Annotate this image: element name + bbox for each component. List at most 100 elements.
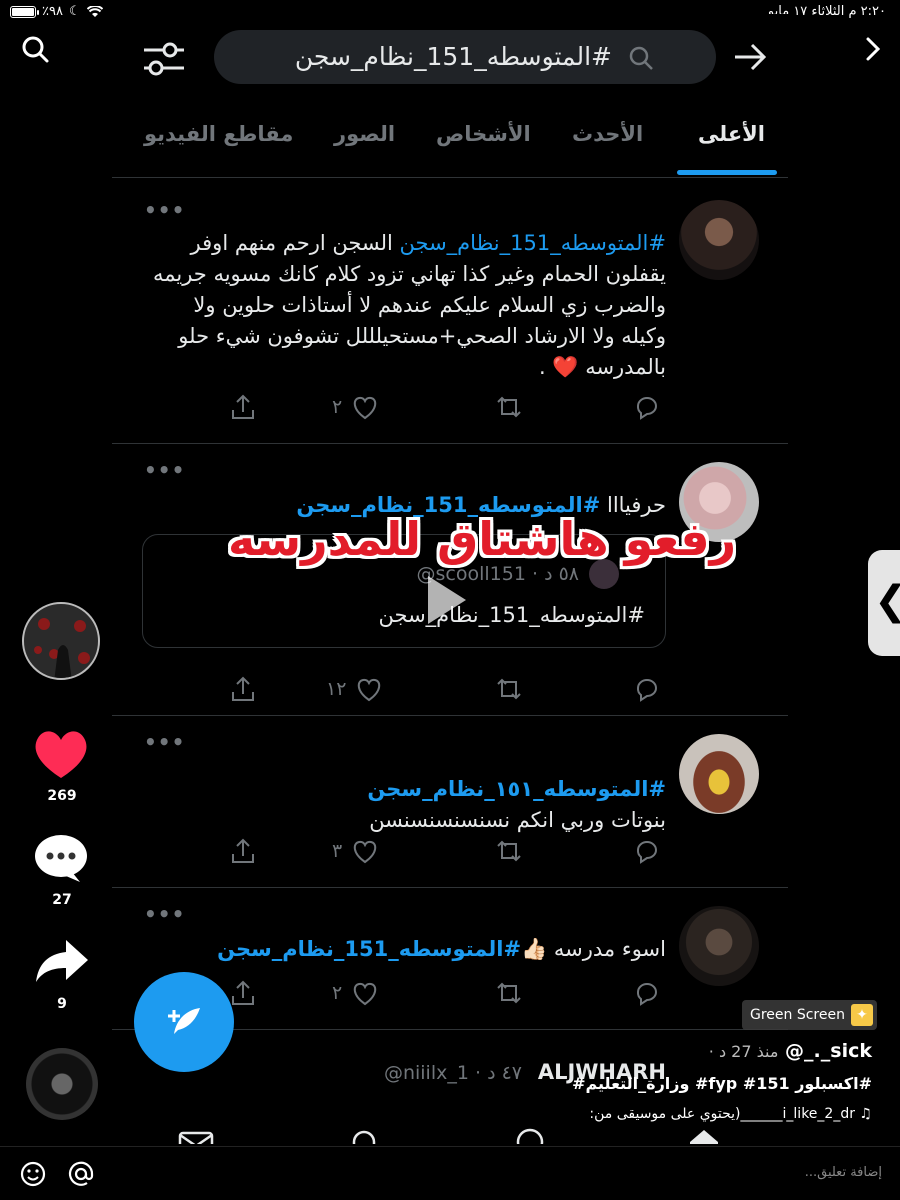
bell-icon[interactable]	[344, 1124, 384, 1144]
home-icon[interactable]	[684, 1124, 724, 1144]
tab-indicator	[677, 170, 777, 175]
status-left: ٪٩٨ ☾	[10, 4, 103, 19]
tweet-handle: @niiilx_1 · ٤٧ د	[383, 1062, 522, 1084]
more-icon[interactable]: •••	[144, 730, 185, 754]
like-count: ٢	[332, 982, 343, 1004]
battery-icon	[10, 5, 39, 18]
like-count: ٣	[332, 840, 343, 862]
tweet-text: #المتوسطه_151_نظام_سجن السجن ارحم منهم ا…	[152, 231, 666, 379]
reply-button[interactable]	[632, 390, 662, 424]
retweet-button[interactable]	[494, 976, 524, 1010]
battery-percent: ٪٩٨	[42, 4, 63, 19]
like-button[interactable]: ٢	[332, 390, 380, 424]
hashtag-link[interactable]: #المتوسطه_١٥١_نظام_سجن	[146, 774, 666, 805]
comment-count: 27	[52, 892, 72, 908]
search-header: #المتوسطه_151_نظام_سجن الأعلى الأحدث الأ…	[112, 14, 788, 184]
search-icon[interactable]	[512, 1124, 552, 1144]
tab-latest[interactable]: الأحدث	[572, 122, 643, 146]
moon-icon: ☾	[68, 4, 81, 19]
tweet-actions: ٣	[222, 834, 682, 868]
play-icon[interactable]	[428, 576, 466, 624]
hashtag-link[interactable]: #المتوسطه_151_نظام_سجن	[217, 937, 521, 961]
tab-top[interactable]: الأعلى	[698, 122, 765, 146]
tweet-body: اسوء مدرسه	[547, 937, 666, 961]
like-count: ٢	[332, 396, 343, 418]
quote-text: #المتوسطه_151_نظام_سجن	[378, 603, 645, 627]
profile-image	[34, 618, 90, 678]
comment-input[interactable]: إضافة تعليق...	[805, 1165, 882, 1180]
hashtag-link[interactable]: #المتوسطه_151_نظام_سجن	[400, 231, 666, 255]
music-credit[interactable]: ♫ i_like_2_dr______(يحتوي على موسيقى من:	[589, 1106, 872, 1122]
comment-bar: إضافة تعليق...	[0, 1146, 900, 1200]
tweet-text: #المتوسطه_١٥١_نظام_سجن بنوتات وربي انكم …	[146, 774, 666, 836]
username[interactable]: @_._sick	[785, 1040, 872, 1062]
like-count: 269	[47, 788, 77, 804]
share-icon	[232, 394, 254, 419]
reply-icon	[636, 841, 657, 864]
tab-videos[interactable]: مقاطع الفيديو	[144, 122, 293, 146]
share-button[interactable]	[228, 976, 258, 1010]
more-icon[interactable]: •••	[144, 198, 185, 222]
search-input[interactable]: #المتوسطه_151_نظام_سجن	[214, 30, 716, 84]
heart-emoji: ❤️	[552, 355, 579, 379]
more-icon[interactable]: •••	[144, 458, 185, 482]
comment-icon[interactable]	[32, 832, 90, 884]
like-button[interactable]: ١٢	[326, 672, 384, 706]
share-arrow-icon[interactable]	[32, 936, 90, 988]
tweet-actions: ٢	[222, 976, 682, 1010]
reply-icon	[636, 983, 657, 1006]
tweet-actions: ٢	[222, 390, 682, 424]
emoji-icon[interactable]	[18, 1159, 48, 1189]
share-button[interactable]	[228, 390, 258, 424]
tab-photos[interactable]: الصور	[334, 122, 395, 146]
thumbs-up-emoji: 👍🏻	[521, 937, 548, 961]
music-disc-icon[interactable]	[26, 1048, 98, 1120]
tab-people[interactable]: الأشخاص	[436, 122, 531, 146]
tweet[interactable]: ••• #المتوسطه_١٥١_نظام_سجن بنوتات وربي ا…	[112, 716, 788, 888]
tweet[interactable]: ••• #المتوسطه_151_نظام_سجن السجن ارحم من…	[112, 184, 788, 444]
side-panel-handle[interactable]: ❮	[868, 550, 900, 656]
retweet-button[interactable]	[494, 390, 524, 424]
retweet-button[interactable]	[494, 672, 524, 706]
share-icon	[232, 676, 254, 701]
arrow-right-icon[interactable]	[732, 42, 768, 72]
compose-button[interactable]	[134, 972, 234, 1072]
compose-feather-icon	[168, 1008, 200, 1034]
share-count: 9	[57, 996, 67, 1012]
mention-icon[interactable]	[66, 1159, 96, 1189]
avatar[interactable]	[679, 734, 759, 814]
tweet-body: بنوتات وربي انكم نسنسنسنسنسن	[369, 808, 666, 832]
more-icon[interactable]: •••	[144, 902, 185, 926]
heart-icon[interactable]	[32, 728, 90, 780]
share-icon	[232, 838, 254, 863]
search-icon[interactable]	[20, 34, 50, 64]
reply-button[interactable]	[632, 672, 662, 706]
green-screen-label: Green Screen	[750, 1007, 845, 1023]
reply-button[interactable]	[632, 976, 662, 1010]
wifi-icon	[86, 5, 103, 17]
chevron-right-icon[interactable]	[862, 36, 884, 62]
tab-bar: الأعلى الأحدث الأشخاص الصور مقاطع الفيدي…	[112, 114, 788, 178]
avatar[interactable]	[22, 602, 100, 680]
share-button[interactable]	[228, 672, 258, 706]
caption-username[interactable]: · منذ 27 د @_._sick	[709, 1040, 872, 1062]
avatar[interactable]	[679, 200, 759, 280]
like-button[interactable]: ٢	[332, 976, 380, 1010]
reply-button[interactable]	[632, 834, 662, 868]
retweet-icon	[497, 982, 521, 1004]
mail-icon[interactable]	[176, 1124, 216, 1144]
like-button[interactable]: ٣	[332, 834, 380, 868]
retweet-icon	[497, 678, 521, 700]
filter-icon[interactable]	[142, 40, 186, 78]
retweet-button[interactable]	[494, 834, 524, 868]
tweet-actions: ١٢	[222, 672, 682, 706]
share-button[interactable]	[228, 834, 258, 868]
reply-icon	[636, 397, 657, 420]
search-icon	[629, 46, 653, 70]
avatar[interactable]	[679, 906, 759, 986]
caption-hashtags[interactable]: #اكسبلور 151# fyp# وزارة_التعليم#	[572, 1074, 872, 1093]
green-screen-badge[interactable]: Green Screen ✦	[742, 1000, 877, 1030]
heart-icon	[354, 396, 377, 420]
like-count: ١٢	[326, 678, 347, 700]
chevron-left-icon: ❮	[874, 578, 900, 624]
